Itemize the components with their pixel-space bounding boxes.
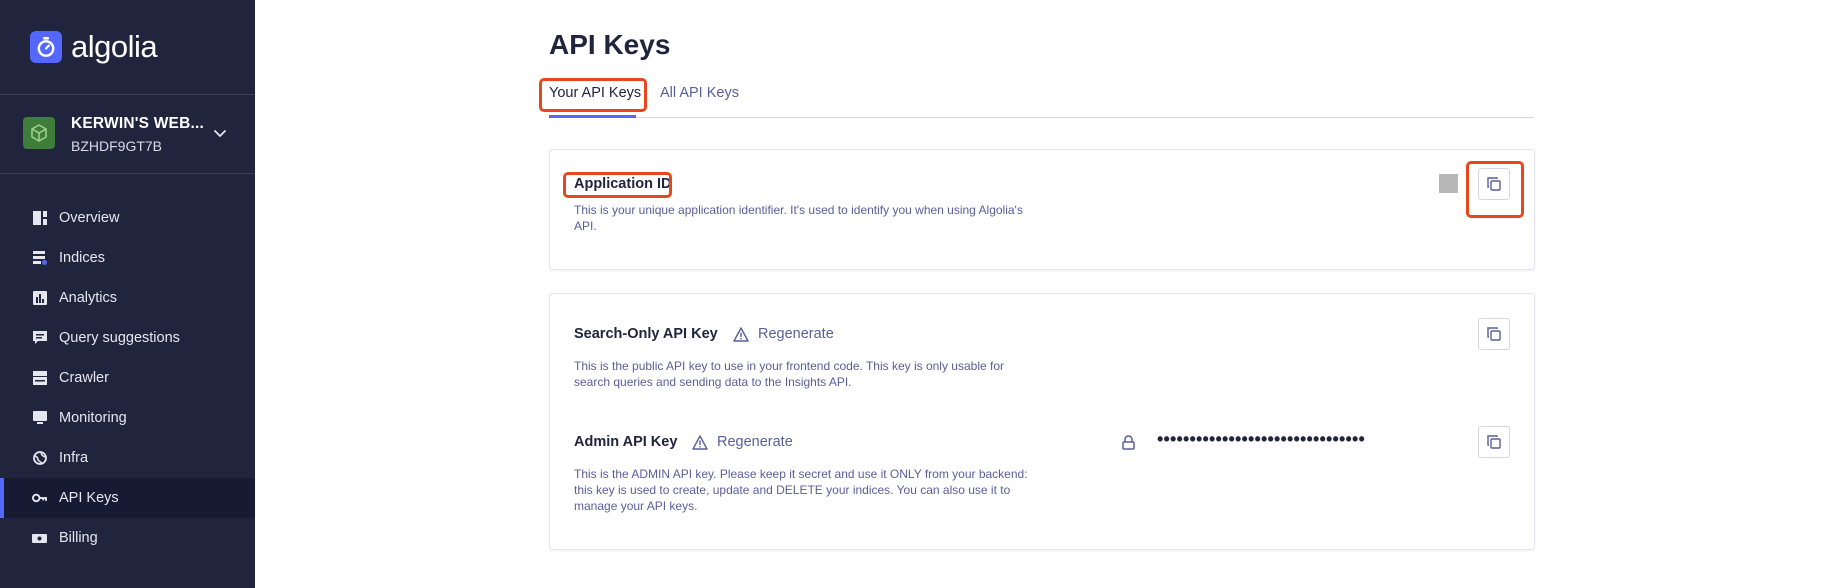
highlight-box [1466, 161, 1524, 218]
analytics-icon [32, 291, 47, 306]
indices-icon [32, 251, 47, 266]
query-suggestions-icon [32, 331, 47, 346]
admin-key-masked-value: •••••••••••••••••••••••••••••••• [1157, 429, 1366, 449]
sidebar-item-label: Analytics [59, 290, 118, 306]
infra-icon [32, 451, 47, 466]
copy-icon [1487, 327, 1501, 341]
lock-icon[interactable] [1122, 435, 1135, 450]
application-id-label: BZHDF9GT7B [71, 138, 163, 154]
algolia-logo[interactable]: algolia [30, 29, 158, 65]
app-root: algolia KERWIN'S WEB... BZHDF9GT7B Overv… [0, 0, 1836, 588]
application-name: KERWIN'S WEB... [71, 115, 204, 132]
sidebar-item-analytics[interactable]: Analytics [0, 278, 255, 318]
sidebar-item-label: API Keys [59, 490, 119, 506]
sidebar-item-query-suggestions[interactable]: Query suggestions [0, 318, 255, 358]
api-keys-card: Search-Only API Key Regenerate This is t… [549, 293, 1535, 550]
sidebar-item-label: Infra [59, 450, 89, 466]
copy-icon [1487, 435, 1501, 449]
tab-all-api-keys[interactable]: All API Keys [660, 85, 739, 101]
warning-icon [733, 326, 749, 342]
cube-icon [23, 117, 55, 149]
sidebar-item-indices[interactable]: Indices [0, 238, 255, 278]
highlight-box [563, 172, 672, 198]
sidebar-item-overview[interactable]: Overview [0, 198, 255, 238]
application-id-card: Application ID This is your unique appli… [549, 149, 1535, 270]
sidebar-item-monitoring[interactable]: Monitoring [0, 398, 255, 438]
crawler-icon [32, 371, 47, 386]
sidebar-item-infra[interactable]: Infra [0, 438, 255, 478]
sidebar-nav: Overview Indices Analytics Query suggest… [0, 198, 255, 558]
key-icon [32, 491, 47, 506]
copy-admin-key-button[interactable] [1478, 426, 1510, 458]
admin-key-title: Admin API Key [574, 434, 678, 450]
overview-icon [32, 211, 47, 226]
sidebar-item-label: Query suggestions [59, 330, 180, 346]
monitoring-icon [32, 411, 47, 426]
sidebar-item-label: Crawler [59, 370, 109, 386]
application-id-description: This is your unique application identifi… [574, 203, 1023, 233]
sidebar-item-label: Monitoring [59, 410, 127, 426]
application-switcher[interactable]: KERWIN'S WEB... BZHDF9GT7B [0, 95, 255, 173]
sidebar-item-label: Overview [59, 210, 120, 226]
sidebar-item-api-keys[interactable]: API Keys [0, 478, 255, 518]
search-only-key-description: This is the public API key to use in you… [574, 359, 1005, 389]
sidebar: algolia KERWIN'S WEB... BZHDF9GT7B Overv… [0, 0, 255, 588]
active-tab-indicator [549, 115, 636, 118]
tab-bar: Your API Keys All API Keys [549, 78, 1534, 118]
regenerate-search-key-link[interactable]: Regenerate [733, 326, 834, 342]
sidebar-divider [0, 173, 255, 174]
highlight-box [539, 78, 647, 112]
regenerate-label: Regenerate [717, 434, 793, 450]
warning-icon [692, 434, 708, 450]
application-id-value [1439, 174, 1458, 193]
regenerate-admin-key-link[interactable]: Regenerate [692, 434, 793, 450]
search-only-key-title: Search-Only API Key [574, 326, 718, 342]
sidebar-item-label: Billing [59, 530, 98, 546]
admin-key-description: This is the ADMIN API key. Please keep i… [574, 467, 1028, 513]
regenerate-label: Regenerate [758, 326, 834, 342]
stopwatch-icon [30, 31, 62, 63]
sidebar-item-billing[interactable]: Billing [0, 518, 255, 558]
sidebar-item-crawler[interactable]: Crawler [0, 358, 255, 398]
billing-icon [32, 531, 47, 546]
copy-search-key-button[interactable] [1478, 318, 1510, 350]
chevron-down-icon [214, 130, 226, 137]
page-title: API Keys [549, 29, 671, 60]
sidebar-item-label: Indices [59, 250, 105, 266]
logo-wordmark: algolia [71, 29, 158, 64]
